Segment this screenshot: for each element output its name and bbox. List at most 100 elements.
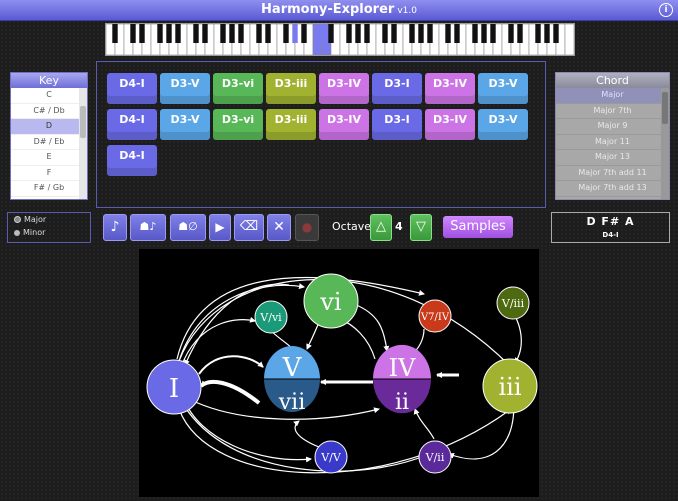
octave-up-button[interactable]: △ bbox=[370, 214, 392, 241]
black-key[interactable] bbox=[391, 24, 397, 43]
octave-down-button[interactable]: ▽ bbox=[410, 214, 432, 241]
node-IV-ii[interactable]: IV ii bbox=[373, 344, 431, 415]
play-button[interactable]: ▶ bbox=[209, 214, 231, 241]
black-key[interactable] bbox=[319, 24, 325, 43]
node-V-iii[interactable]: V/iii bbox=[496, 286, 530, 320]
node-V-vi[interactable]: V/vi bbox=[254, 300, 288, 334]
backspace-button[interactable]: ⌫ bbox=[234, 214, 264, 241]
chord-button[interactable]: D3-I bbox=[372, 73, 422, 104]
list-item[interactable]: C bbox=[11, 88, 87, 104]
chord-button[interactable]: D3-vi bbox=[213, 73, 263, 104]
chord-button[interactable]: D3-IV bbox=[319, 109, 369, 140]
node-V-V[interactable]: V/V bbox=[314, 440, 348, 474]
black-key[interactable] bbox=[328, 24, 334, 43]
mode-major[interactable]: Major bbox=[8, 213, 90, 226]
black-key[interactable] bbox=[130, 24, 136, 43]
black-key[interactable] bbox=[346, 24, 352, 43]
chord-button[interactable]: D3-I bbox=[372, 109, 422, 140]
chord-button[interactable]: D3-V bbox=[160, 73, 210, 104]
black-key[interactable] bbox=[139, 24, 145, 43]
black-key[interactable] bbox=[409, 24, 415, 43]
chord-button[interactable]: D4-I bbox=[107, 109, 157, 140]
chord-button[interactable]: D3-V bbox=[478, 73, 528, 104]
chord-button[interactable]: D3-IV bbox=[319, 73, 369, 104]
black-key[interactable] bbox=[544, 24, 550, 43]
black-key[interactable] bbox=[535, 24, 541, 43]
black-key[interactable] bbox=[454, 24, 460, 43]
black-key[interactable] bbox=[382, 24, 388, 43]
black-key[interactable] bbox=[418, 24, 424, 43]
list-item[interactable]: D# / Eb bbox=[11, 135, 87, 150]
chord-button[interactable]: D3-IV bbox=[425, 109, 475, 140]
major-radio[interactable] bbox=[14, 216, 21, 223]
black-key[interactable] bbox=[202, 24, 208, 43]
black-key[interactable] bbox=[472, 24, 478, 43]
list-item[interactable]: Major 7th add 13 bbox=[556, 181, 669, 197]
list-item[interactable]: F# / Gb bbox=[11, 181, 87, 197]
node-V-ii[interactable]: V/ii bbox=[418, 440, 452, 474]
black-key[interactable] bbox=[256, 24, 262, 43]
chord-scrollbar[interactable] bbox=[661, 88, 669, 199]
chord-scrollbar-thumb[interactable] bbox=[662, 92, 668, 124]
node-vi[interactable]: vi bbox=[303, 273, 359, 329]
key-scrollbar[interactable] bbox=[79, 88, 87, 199]
black-key[interactable] bbox=[175, 24, 181, 43]
chord-list[interactable]: Major Major 7th Major 9 Major 11 Major 13 Maj… bbox=[556, 88, 669, 197]
black-key[interactable] bbox=[112, 24, 118, 43]
black-key[interactable] bbox=[553, 24, 559, 43]
mode-minor[interactable]: Minor bbox=[8, 226, 90, 239]
node-V7-IV[interactable]: V7/IV bbox=[418, 299, 452, 333]
key-list[interactable]: C C# / Db D D# / Eb E F F# / Gb bbox=[11, 88, 87, 197]
key-scrollbar-thumb[interactable] bbox=[80, 106, 86, 138]
chord-button[interactable]: D3-V bbox=[160, 109, 210, 140]
black-key[interactable] bbox=[355, 24, 361, 43]
samples-button[interactable]: Samples bbox=[443, 216, 513, 238]
chord-button[interactable]: D3-iii bbox=[266, 109, 316, 140]
black-key[interactable] bbox=[508, 24, 514, 43]
chord-button[interactable]: D3-IV bbox=[425, 73, 475, 104]
list-item[interactable]: Major 7th bbox=[556, 104, 669, 119]
list-item[interactable]: F bbox=[11, 166, 87, 181]
black-key[interactable] bbox=[193, 24, 199, 43]
list-item[interactable]: C# / Db bbox=[11, 104, 87, 119]
black-key[interactable] bbox=[517, 24, 523, 43]
black-key[interactable] bbox=[481, 24, 487, 43]
chord-button[interactable]: D3-iii bbox=[266, 73, 316, 104]
clear-button[interactable]: ✕ bbox=[267, 214, 291, 241]
info-icon[interactable]: i bbox=[659, 3, 673, 17]
chord-button[interactable]: D3-vi bbox=[213, 109, 263, 140]
black-key[interactable] bbox=[166, 24, 172, 43]
piano-keys[interactable] bbox=[106, 24, 574, 55]
chord-button[interactable]: D3-V bbox=[478, 109, 528, 140]
list-item[interactable]: Major 13 bbox=[556, 150, 669, 166]
list-item[interactable]: E bbox=[11, 150, 87, 166]
black-key[interactable] bbox=[229, 24, 235, 43]
black-key[interactable] bbox=[490, 24, 496, 43]
black-key[interactable] bbox=[265, 24, 271, 43]
black-key[interactable] bbox=[220, 24, 226, 43]
black-key[interactable] bbox=[364, 24, 370, 43]
node-V-vii[interactable]: V vii bbox=[264, 346, 320, 415]
add-rest-button[interactable]: ☗∅ bbox=[170, 214, 206, 241]
black-key[interactable] bbox=[445, 24, 451, 43]
white-key[interactable] bbox=[564, 24, 574, 55]
black-key[interactable] bbox=[301, 24, 307, 43]
piano-keyboard[interactable] bbox=[105, 23, 575, 56]
list-item[interactable]: Major 7th add 11 bbox=[556, 166, 669, 181]
chord-button[interactable]: D4-I bbox=[107, 145, 157, 176]
black-key[interactable] bbox=[157, 24, 163, 43]
black-key[interactable] bbox=[238, 24, 244, 43]
note-button[interactable]: ♪ bbox=[103, 214, 127, 241]
node-iii[interactable]: iii bbox=[482, 358, 538, 414]
black-key[interactable] bbox=[283, 24, 289, 43]
add-chord-note-button[interactable]: ☗♪ bbox=[130, 214, 166, 241]
black-key[interactable] bbox=[427, 24, 433, 43]
list-item[interactable]: Major bbox=[556, 88, 669, 104]
node-I[interactable]: I bbox=[146, 359, 202, 415]
black-key[interactable] bbox=[292, 24, 298, 43]
harmony-graph[interactable]: V vii IV ii I vi V/vi V7/IV iii V/iii V/… bbox=[139, 249, 539, 497]
list-item[interactable]: D bbox=[11, 119, 87, 135]
chord-button[interactable]: D4-I bbox=[107, 73, 157, 104]
minor-radio[interactable] bbox=[14, 229, 20, 236]
list-item[interactable]: Major 11 bbox=[556, 135, 669, 150]
